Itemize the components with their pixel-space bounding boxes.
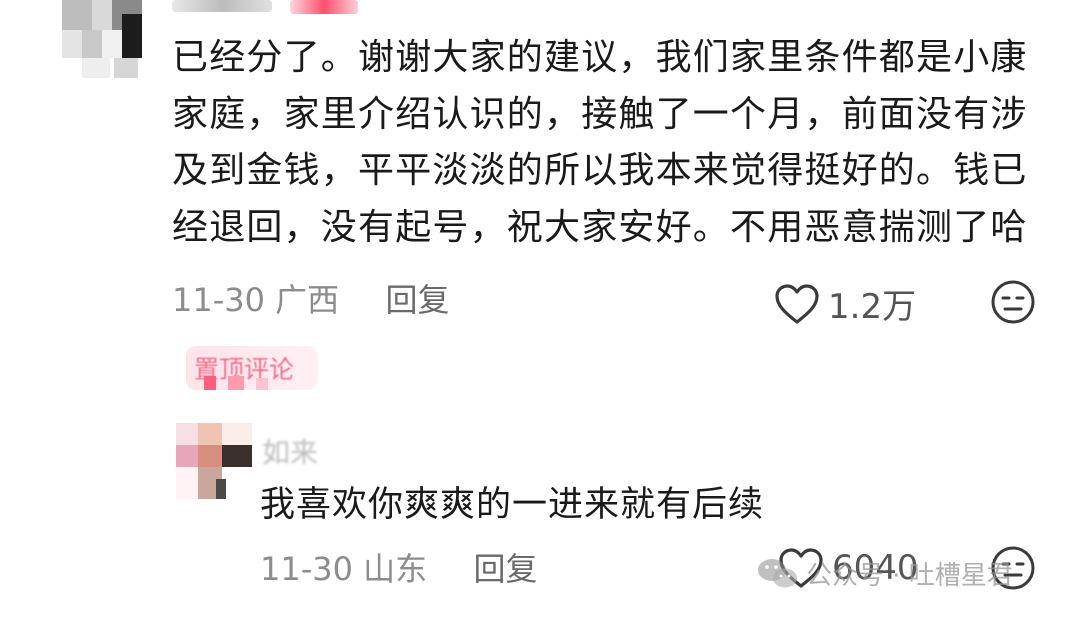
heart-outline-icon — [775, 283, 819, 324]
reply-username[interactable]: 如来 — [262, 431, 318, 471]
comment-line: 家庭，家里介绍认识的，接触了一个月，前面没有涉 — [172, 93, 1028, 135]
watermark: 公众号 · 吐槽星君 — [756, 555, 1013, 592]
reply-avatar[interactable] — [176, 423, 252, 499]
comment-location: 广西 — [275, 281, 340, 319]
comment-line: 经退回，没有起号，祝大家安好。不用恶意揣测了哈 — [172, 206, 1028, 248]
wechat-icon — [758, 558, 797, 587]
like-count: 1.2万 — [828, 287, 917, 327]
reply-button[interactable]: 回复 — [386, 281, 450, 319]
comment-date: 11-30 — [172, 281, 265, 319]
reply-location: 山东 — [363, 550, 428, 588]
neutral-face-icon[interactable] — [990, 279, 1036, 325]
watermark-text: 公众号 · 吐槽星君 — [806, 561, 1013, 591]
comment-meta: 11-30 广西 回复 — [172, 280, 450, 320]
reply-button[interactable]: 回复 — [474, 550, 538, 588]
pinned-comment-tag: 置顶评论 — [186, 346, 318, 390]
like-button[interactable]: 1.2万 — [774, 279, 916, 328]
avatar[interactable] — [62, 0, 142, 78]
reply-text: 我喜欢你爽爽的一进来就有后续 — [260, 485, 765, 525]
username-blurred[interactable] — [172, 0, 272, 12]
user-badge-blurred — [290, 0, 358, 14]
reply-date: 11-30 — [260, 550, 353, 588]
comment-line: 及到金钱，平平淡淡的所以我本来觉得挺好的。钱已 — [172, 150, 1028, 191]
reply-meta: 11-30 山东 回复 — [260, 549, 538, 589]
comment-line: 已经分了。谢谢大家的建议，我们家里条件都是小康 — [172, 37, 1028, 78]
comment-text: 已经分了。谢谢大家的建议，我们家里条件都是小康 家庭，家里介绍认识的，接触了一个… — [172, 30, 1052, 256]
